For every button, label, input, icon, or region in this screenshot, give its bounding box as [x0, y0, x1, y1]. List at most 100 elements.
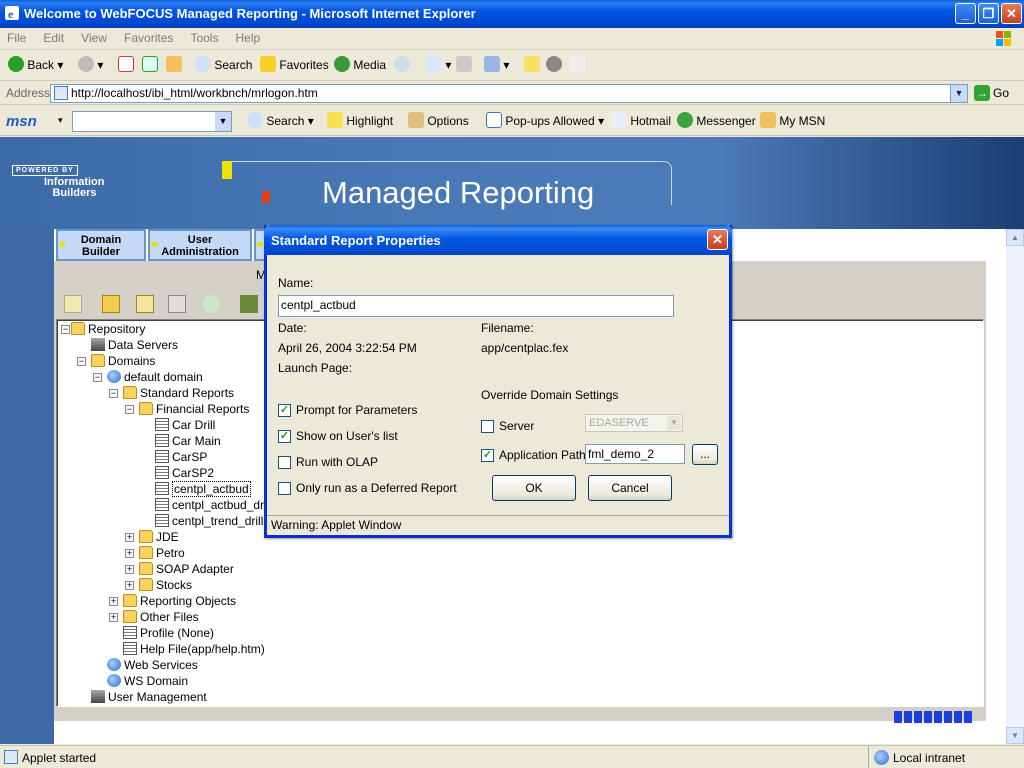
highlight-button[interactable]: Highlight	[327, 112, 393, 132]
my-msn-button[interactable]: My MSN	[760, 112, 825, 132]
horizontal-scrollbar[interactable]	[56, 709, 984, 723]
tree-carsp2[interactable]: CarSP2	[155, 465, 214, 481]
name-input[interactable]: centpl_actbud	[278, 295, 674, 317]
collapse-icon[interactable]: −	[125, 405, 134, 414]
msn-dropdown-icon[interactable]: ▾	[58, 115, 63, 126]
tree-centpl-trend-drill[interactable]: centpl_trend_drill	[155, 513, 263, 529]
tree-web-services[interactable]: Web Services	[107, 657, 198, 673]
msn-search-input[interactable]: ▼	[72, 111, 232, 132]
report-icon	[155, 514, 169, 527]
mail-button[interactable]: ▾	[426, 56, 451, 76]
media-button[interactable]: Media	[334, 56, 386, 76]
tree-reporting-objects[interactable]: Reporting Objects	[123, 593, 236, 609]
collapse-icon[interactable]: −	[93, 373, 102, 382]
forward-button[interactable]: ▾	[78, 56, 103, 76]
expand-icon[interactable]: +	[125, 533, 134, 542]
options-button[interactable]: Options	[408, 112, 469, 132]
edit-report-icon[interactable]	[136, 295, 154, 313]
history-button[interactable]	[394, 56, 410, 76]
tree-car-drill[interactable]: Car Drill	[155, 417, 215, 433]
expand-icon[interactable]: +	[109, 613, 118, 622]
browse-button[interactable]: ...	[692, 444, 718, 465]
tree-other-files[interactable]: Other Files	[123, 609, 199, 625]
close-window-button[interactable]: ✕	[1001, 3, 1022, 24]
properties-icon[interactable]	[168, 295, 186, 313]
collapse-icon[interactable]: −	[109, 389, 118, 398]
menu-favorites[interactable]: Favorites	[117, 28, 180, 48]
tree-help-file[interactable]: Help File(app/help.htm)	[123, 641, 265, 657]
messenger-button[interactable]: Messenger	[677, 112, 756, 132]
menu-edit[interactable]: Edit	[36, 28, 71, 48]
tree-petro[interactable]: Petro	[139, 545, 185, 561]
favorites-button[interactable]: Favorites	[260, 56, 329, 76]
tab-user-administration[interactable]: User Administration	[148, 229, 252, 261]
new-item-icon[interactable]	[64, 295, 82, 313]
tree-carsp[interactable]: CarSP	[155, 449, 207, 465]
print-button[interactable]	[456, 56, 472, 76]
show-on-users-list-checkbox[interactable]: ✓	[278, 430, 291, 443]
research-button[interactable]	[546, 56, 562, 76]
tree-default-domain[interactable]: default domain	[107, 369, 203, 385]
popups-button[interactable]: Pop-ups Allowed ▾	[486, 112, 604, 132]
tree-domains[interactable]: Domains	[91, 353, 155, 369]
address-dropdown-button[interactable]: ▼	[950, 85, 967, 102]
cancel-button[interactable]: Cancel	[588, 475, 672, 501]
collapse-icon[interactable]: −	[77, 357, 86, 366]
messenger-toolbar-button[interactable]	[570, 56, 586, 76]
msn-search-button[interactable]: Search ▾	[247, 112, 314, 132]
tree-ws-domain[interactable]: WS Domain	[107, 673, 188, 689]
prompt-parameters-checkbox[interactable]: ✓	[278, 404, 291, 417]
run-with-olap-checkbox[interactable]	[278, 456, 291, 469]
tree-user-management[interactable]: User Management	[91, 689, 207, 705]
edit-button[interactable]: ▾	[484, 56, 509, 76]
expand-icon[interactable]: +	[109, 597, 118, 606]
ok-button[interactable]: OK	[492, 475, 576, 501]
deferred-report-checkbox[interactable]	[278, 482, 291, 495]
collapse-icon[interactable]: −	[61, 325, 70, 334]
run-icon[interactable]	[240, 295, 258, 313]
search-button[interactable]: Search	[195, 56, 252, 76]
repository-icon	[71, 322, 85, 335]
tree-data-servers[interactable]: Data Servers	[91, 337, 178, 353]
application-path-checkbox[interactable]: ✓	[481, 449, 494, 462]
tree-car-main[interactable]: Car Main	[155, 433, 221, 449]
dialog-close-button[interactable]: ✕	[707, 229, 728, 250]
menu-tools[interactable]: Tools	[183, 28, 225, 48]
discuss-button[interactable]	[524, 56, 540, 76]
menu-help[interactable]: Help	[229, 28, 268, 48]
tab-domain-builder[interactable]: Domain Builder	[56, 229, 146, 261]
minimize-button[interactable]: _	[955, 3, 976, 24]
msn-logo[interactable]: msn	[6, 113, 37, 130]
address-input[interactable]: http://localhost/ibi_html/workbnch/mrlog…	[50, 84, 968, 103]
back-button[interactable]: Back ▾	[8, 56, 63, 76]
tree-stocks[interactable]: Stocks	[139, 577, 192, 593]
tree-repository[interactable]: Repository	[71, 321, 145, 337]
hotmail-button[interactable]: Hotmail	[611, 112, 671, 132]
menu-view[interactable]: View	[74, 28, 114, 48]
tree-profile[interactable]: Profile (None)	[123, 625, 214, 641]
expand-icon[interactable]: +	[125, 565, 134, 574]
refresh-tree-icon[interactable]	[202, 295, 220, 313]
tree-financial-reports[interactable]: Financial Reports	[139, 401, 249, 417]
folder-icon	[123, 594, 137, 607]
application-path-input[interactable]: fml_demo_2	[585, 444, 685, 464]
expand-icon[interactable]: +	[125, 549, 134, 558]
home-button[interactable]	[166, 56, 182, 76]
expand-icon[interactable]: +	[125, 581, 134, 590]
open-folder-icon[interactable]	[102, 295, 120, 313]
scroll-down-arrow-icon[interactable]: ▼	[1006, 727, 1024, 744]
restore-button[interactable]: ❐	[978, 3, 999, 24]
stop-button[interactable]	[118, 56, 134, 76]
tree-centpl-actbud-drill[interactable]: centpl_actbud_drill	[155, 497, 272, 513]
scroll-up-arrow-icon[interactable]: ▲	[1006, 229, 1024, 246]
server-checkbox[interactable]	[481, 420, 494, 433]
msn-search-dropdown[interactable]: ▼	[215, 112, 231, 131]
tree-soap-adapter[interactable]: SOAP Adapter	[139, 561, 234, 577]
tree-standard-reports[interactable]: Standard Reports	[123, 385, 234, 401]
go-button[interactable]: → Go	[974, 85, 1009, 101]
page-vertical-scrollbar[interactable]: ▲ ▼	[1006, 229, 1024, 744]
refresh-button[interactable]	[142, 56, 158, 76]
tree-jde[interactable]: JDE	[139, 529, 179, 545]
tree-centpl-actbud[interactable]: centpl_actbud	[155, 481, 251, 497]
menu-file[interactable]: File	[0, 28, 33, 48]
